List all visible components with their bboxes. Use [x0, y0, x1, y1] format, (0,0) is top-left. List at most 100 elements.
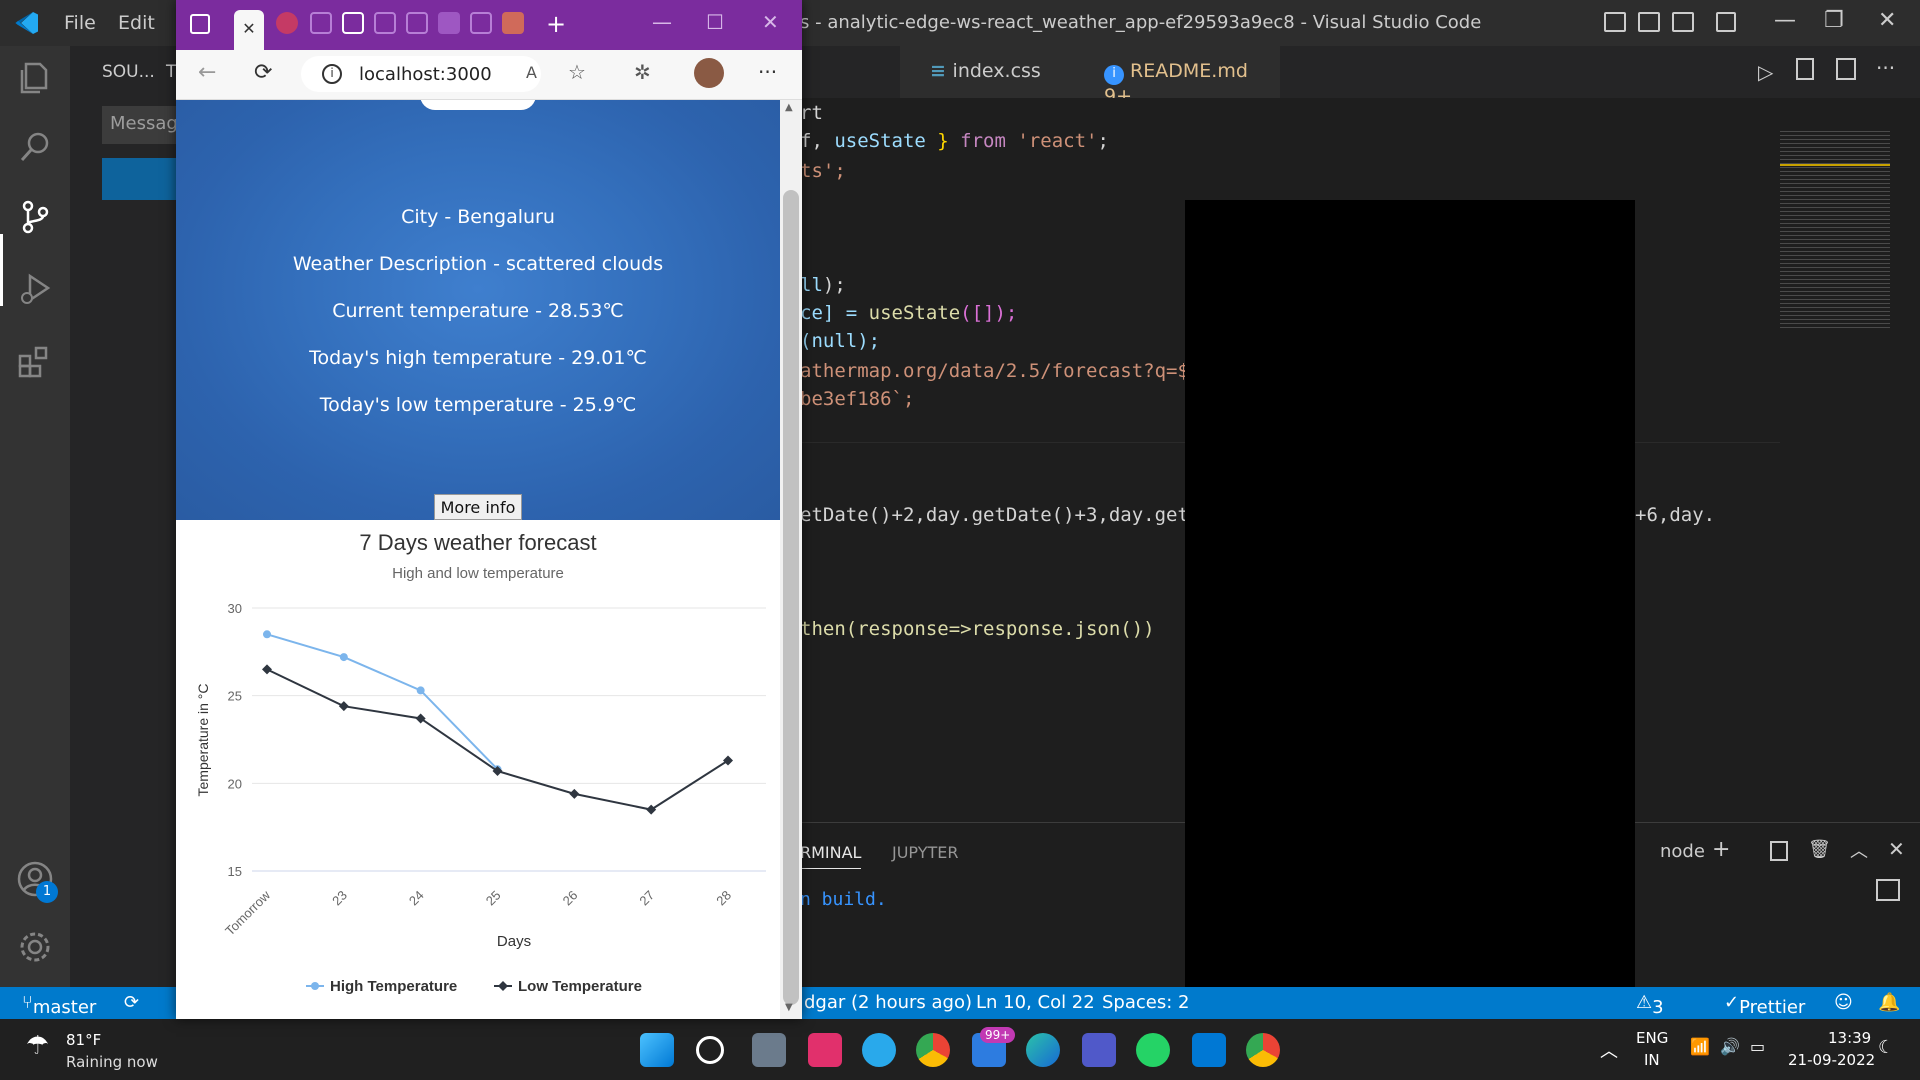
- trash-icon[interactable]: 🗑: [1808, 839, 1831, 860]
- edge-icon[interactable]: [1026, 1033, 1060, 1067]
- menu-file[interactable]: File: [64, 12, 96, 34]
- x-tick-label: 23: [329, 888, 350, 909]
- tray-chevron-icon[interactable]: ︿: [1600, 1037, 1618, 1063]
- tab-favicon[interactable]: [276, 12, 298, 34]
- minimap[interactable]: [1780, 128, 1900, 328]
- search-pill[interactable]: [420, 100, 536, 110]
- browser-address-bar: ← ⟳ localhost:3000 i A ☆ ✲ ···: [176, 50, 802, 100]
- explorer-icon[interactable]: [16, 58, 54, 96]
- browser-menu-icon[interactable]: ···: [758, 60, 777, 84]
- tab-favicon[interactable]: [438, 12, 460, 34]
- split-editor-icon[interactable]: [1836, 58, 1856, 80]
- calculator-icon[interactable]: [752, 1033, 786, 1067]
- new-tab-icon[interactable]: +: [546, 10, 566, 38]
- search-icon[interactable]: [16, 128, 54, 166]
- terminal-shell-label[interactable]: node: [1660, 841, 1705, 862]
- run-icon[interactable]: ▷: [1758, 60, 1773, 84]
- sync-icon[interactable]: ⟳: [124, 992, 139, 1013]
- notification-icon[interactable]: ☾: [1878, 1037, 1894, 1058]
- spell-check[interactable]: ⚠ 3 Spell: [1636, 992, 1696, 1039]
- x-tick-label: Tomorrow: [222, 887, 273, 938]
- extensions-browser-icon[interactable]: ✲: [634, 60, 651, 84]
- more-actions-icon[interactable]: ···: [1876, 56, 1895, 80]
- branch-indicator[interactable]: ⑂ master: [22, 992, 96, 1018]
- window-title: s - analytic-edge-ws-react_weather_app-e…: [800, 12, 1482, 33]
- tab-favicon[interactable]: [406, 12, 428, 34]
- back-icon[interactable]: ←: [198, 60, 216, 85]
- tab-favicon[interactable]: [470, 12, 492, 34]
- weather-desc[interactable]: Raining now: [66, 1053, 158, 1071]
- restore-icon[interactable]: ❐: [1824, 8, 1844, 33]
- extensions-icon[interactable]: [16, 342, 54, 380]
- tab-jupyter[interactable]: JUPYTER: [892, 843, 959, 862]
- feedback-icon[interactable]: ☺: [1834, 992, 1853, 1013]
- open-changes-icon[interactable]: [1796, 58, 1814, 80]
- volume-icon[interactable]: 🔊: [1720, 1037, 1740, 1056]
- menu-edit[interactable]: Edit: [118, 12, 155, 34]
- run-debug-icon[interactable]: [16, 270, 54, 308]
- data-point: [338, 701, 349, 712]
- active-indicator: [0, 234, 3, 306]
- minimize-icon[interactable]: —: [1774, 8, 1796, 33]
- whatsapp-icon[interactable]: [1136, 1033, 1170, 1067]
- site-info-icon[interactable]: i: [322, 64, 342, 84]
- refresh-icon[interactable]: ⟳: [254, 60, 272, 85]
- tab-index-css[interactable]: ≡ index.css: [900, 46, 1080, 98]
- tab-favicon[interactable]: [502, 12, 524, 34]
- weather-description: Weather Description - scattered clouds: [292, 253, 664, 275]
- search-taskbar-icon[interactable]: [696, 1036, 724, 1064]
- code-line-4: ll);: [800, 274, 846, 296]
- tab-favicon[interactable]: [310, 12, 332, 34]
- profile-avatar[interactable]: [694, 58, 724, 88]
- tab-terminal[interactable]: RMINAL: [800, 843, 862, 869]
- start-icon[interactable]: [640, 1033, 674, 1067]
- maximize-panel-icon[interactable]: ︿: [1850, 837, 1868, 863]
- chrome-profile-icon[interactable]: [1246, 1033, 1280, 1067]
- prettier-status[interactable]: ✓ Prettier: [1724, 992, 1805, 1018]
- clock-time[interactable]: 13:39: [1828, 1029, 1871, 1047]
- git-blame[interactable]: dgar (2 hours ago): [804, 992, 972, 1013]
- favorite-icon[interactable]: ☆: [568, 60, 586, 84]
- chrome-icon[interactable]: [916, 1033, 950, 1067]
- more-info-button[interactable]: More info: [434, 494, 522, 520]
- browser-close-icon[interactable]: ✕: [762, 10, 779, 34]
- tab-favicon[interactable]: [374, 12, 396, 34]
- forecast-chart: 7 Days weather forecast High and low temp…: [176, 520, 780, 1019]
- clock-date[interactable]: 21-09-2022: [1788, 1051, 1875, 1069]
- browser-maximize-icon[interactable]: ☐: [706, 10, 724, 34]
- split-terminal-icon[interactable]: [1770, 841, 1788, 861]
- bell-icon[interactable]: 🔔: [1878, 992, 1900, 1013]
- close-tab-icon[interactable]: ✕: [234, 10, 264, 50]
- toggle-panel-icon[interactable]: [1638, 12, 1660, 32]
- indentation[interactable]: Spaces: 2: [1102, 992, 1189, 1013]
- battery-icon[interactable]: ▭: [1750, 1037, 1765, 1056]
- tab-readme[interactable]: i README.md 9+: [1080, 46, 1280, 107]
- settings-gear-icon[interactable]: [16, 928, 54, 966]
- terminal-instance-icon[interactable]: [1876, 879, 1900, 901]
- workspace-icon[interactable]: [190, 14, 210, 34]
- tab-favicon[interactable]: [342, 12, 364, 34]
- app-icon[interactable]: [808, 1033, 842, 1067]
- weather-temp[interactable]: 81°F: [66, 1031, 101, 1049]
- cursor-position[interactable]: Ln 10, Col 22: [976, 992, 1095, 1013]
- data-point: [263, 630, 271, 639]
- legend-marker: [311, 982, 319, 990]
- scrollbar-thumb[interactable]: [783, 190, 799, 1005]
- wifi-icon[interactable]: 📶: [1690, 1037, 1710, 1056]
- close-icon[interactable]: ✕: [1878, 8, 1896, 33]
- source-control-icon[interactable]: [16, 198, 54, 236]
- scroll-down-icon[interactable]: ▼: [785, 1002, 793, 1013]
- y-tick-label: 15: [228, 864, 242, 879]
- browser-minimize-icon[interactable]: —: [652, 10, 672, 34]
- close-panel-icon[interactable]: ✕: [1888, 837, 1905, 861]
- teams-icon[interactable]: [1082, 1033, 1116, 1067]
- scroll-up-icon[interactable]: ▲: [785, 102, 793, 113]
- read-aloud-icon[interactable]: A: [526, 63, 537, 82]
- lang-ime[interactable]: ENG: [1636, 1029, 1668, 1047]
- toggle-secondary-sidebar-icon[interactable]: [1672, 12, 1694, 32]
- telegram-icon[interactable]: [862, 1033, 896, 1067]
- customize-layout-icon[interactable]: [1716, 12, 1736, 32]
- toggle-sidebar-icon[interactable]: [1604, 12, 1626, 32]
- new-terminal-icon[interactable]: +: [1712, 837, 1730, 862]
- vscode-taskbar-icon[interactable]: [1192, 1033, 1226, 1067]
